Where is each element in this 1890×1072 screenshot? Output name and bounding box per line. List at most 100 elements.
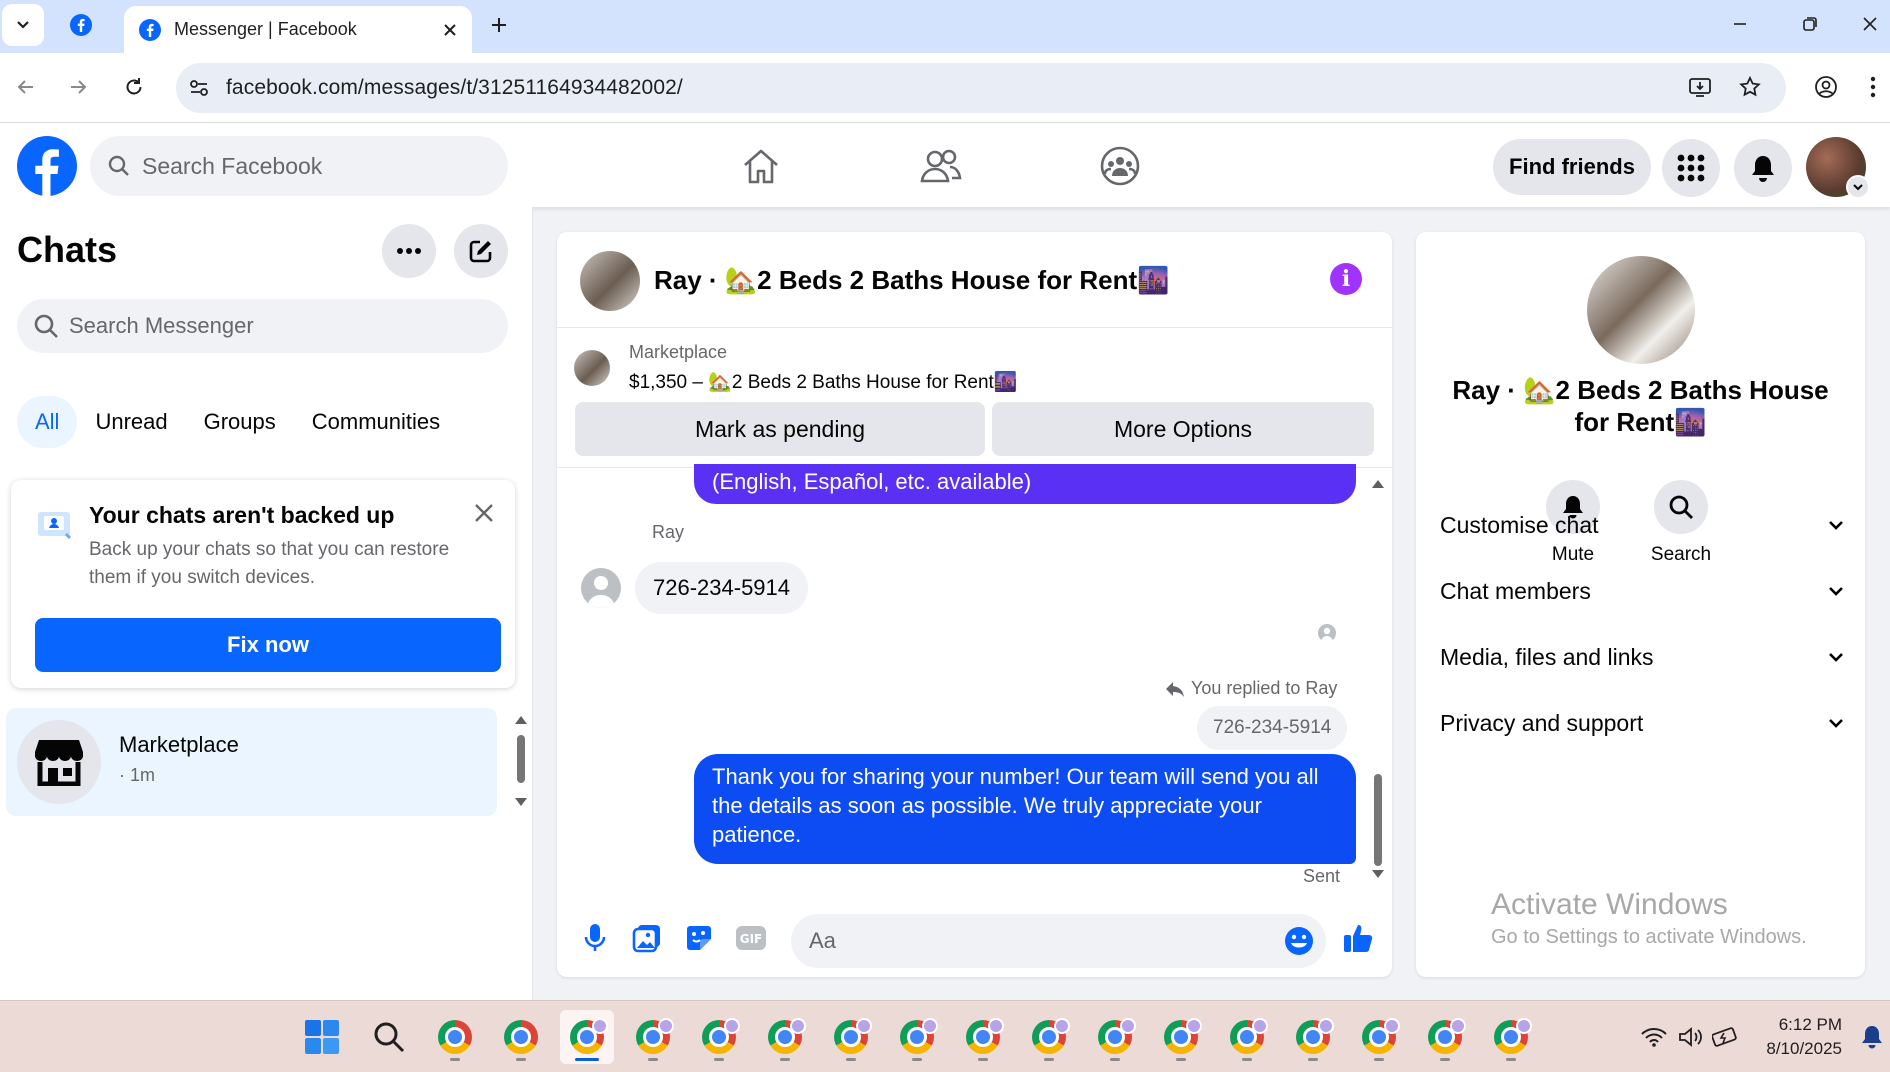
nav-home[interactable] (731, 139, 791, 193)
taskbar-chrome-4[interactable] (626, 1010, 680, 1064)
wifi-icon[interactable] (1640, 1023, 1668, 1051)
chat-list-item[interactable]: Marketplace · 1m (6, 708, 497, 816)
filter-all[interactable]: All (17, 396, 78, 448)
site-settings-icon[interactable] (188, 77, 210, 99)
tab-messenger[interactable]: Messenger | Facebook (124, 6, 472, 53)
sticker-button[interactable] (681, 920, 717, 956)
tab-title: Messenger | Facebook (174, 19, 357, 39)
address-bar[interactable]: facebook.com/messages/t/3125116493448200… (176, 63, 1786, 113)
taskbar-search-button[interactable] (362, 1010, 416, 1064)
outgoing-message[interactable]: Thank you for sharing your number! Our t… (694, 754, 1356, 864)
taskbar-chrome-11[interactable] (1088, 1010, 1142, 1064)
chats-options-button[interactable] (382, 224, 436, 278)
watermark-title: Activate Windows (1491, 888, 1728, 921)
restore-button[interactable] (1780, 6, 1840, 42)
taskbar-chrome-16[interactable] (1418, 1010, 1472, 1064)
taskbar-chrome-3[interactable] (560, 1010, 614, 1064)
notifications-button[interactable] (1734, 139, 1792, 197)
taskbar-chrome-2[interactable] (494, 1010, 548, 1064)
taskbar-chrome-9[interactable] (956, 1010, 1010, 1064)
listing-thumbnail[interactable] (574, 350, 610, 386)
start-button[interactable] (295, 1010, 349, 1064)
voice-clip-button[interactable] (577, 920, 613, 956)
filter-communities[interactable]: Communities (294, 396, 458, 448)
accordion-privacy-support[interactable]: Privacy and support (1440, 698, 1846, 748)
pinned-facebook-tab[interactable] (60, 4, 102, 46)
search-icon (34, 314, 58, 338)
close-window-button[interactable] (1840, 6, 1890, 42)
notification-bell-icon[interactable] (1858, 1023, 1886, 1051)
filter-groups[interactable]: Groups (186, 396, 294, 448)
account-avatar[interactable] (1806, 137, 1870, 199)
messenger-search-input[interactable]: Search Messenger (17, 299, 508, 353)
back-button[interactable] (6, 67, 46, 107)
conversation-avatar[interactable] (580, 251, 640, 311)
conversation-scrollbar[interactable] (1369, 474, 1387, 884)
accordion-chat-members[interactable]: Chat members (1440, 566, 1846, 616)
profile-button[interactable] (1806, 67, 1846, 107)
taskbar-chrome-17[interactable] (1484, 1010, 1538, 1064)
compose-icon (469, 240, 492, 263)
forward-button[interactable] (58, 67, 98, 107)
new-message-button[interactable] (454, 224, 508, 278)
taskbar-chrome-15[interactable] (1352, 1010, 1406, 1064)
info-icon[interactable]: i (1330, 263, 1362, 295)
nav-groups[interactable] (1090, 139, 1150, 193)
mark-as-pending-button[interactable]: Mark as pending (575, 402, 985, 456)
facebook-search-input[interactable]: Search Facebook (90, 136, 508, 196)
quoted-message[interactable]: 726-234-5914 (1197, 706, 1348, 750)
minimize-button[interactable] (1710, 6, 1770, 42)
taskbar-chrome-12[interactable] (1154, 1010, 1208, 1064)
taskbar-chrome-14[interactable] (1286, 1010, 1340, 1064)
chrome-icon (504, 1020, 538, 1054)
taskbar-chrome-10[interactable] (1022, 1010, 1076, 1064)
incoming-message[interactable]: 726-234-5914 (635, 562, 809, 614)
more-vertical-icon (1870, 76, 1876, 98)
taskbar-chrome-5[interactable] (692, 1010, 746, 1064)
chat-details-panel: Ray · 🏡2 Beds 2 Baths House for Rent🌆 Mu… (1416, 232, 1865, 977)
close-icon (1863, 17, 1877, 31)
sidebar-scrollbar[interactable] (512, 710, 530, 812)
taskbar-chrome-6[interactable] (758, 1010, 812, 1064)
reload-button[interactable] (114, 67, 154, 107)
backup-notice-close-button[interactable] (469, 498, 499, 528)
outgoing-message-partial[interactable]: (English, Español, etc. available) (694, 464, 1356, 504)
nav-friends[interactable] (911, 139, 971, 193)
conversation-title[interactable]: Ray · 🏡2 Beds 2 Baths House for Rent🌆 (654, 265, 1170, 296)
tab-search-button[interactable] (2, 4, 44, 46)
like-button[interactable] (1341, 920, 1377, 956)
taskbar-chrome-8[interactable] (890, 1010, 944, 1064)
close-icon[interactable] (442, 22, 458, 38)
taskbar-chrome-13[interactable] (1220, 1010, 1274, 1064)
gif-button[interactable]: GIF (733, 920, 769, 956)
find-friends-button[interactable]: Find friends (1493, 139, 1651, 195)
search-icon (374, 1022, 405, 1053)
volume-icon[interactable] (1677, 1023, 1705, 1051)
bookmark-button[interactable] (1730, 67, 1770, 107)
facebook-icon (17, 136, 77, 196)
sticker-icon (687, 926, 711, 950)
account-menu-chevron[interactable] (1846, 175, 1870, 199)
attach-media-button[interactable] (629, 920, 665, 956)
facebook-logo[interactable] (16, 135, 78, 197)
taskbar-chrome-1[interactable] (428, 1010, 482, 1064)
battery-icon[interactable] (1712, 1023, 1740, 1051)
menu-button[interactable] (1662, 139, 1720, 197)
fix-now-button[interactable]: Fix now (35, 618, 501, 672)
taskbar-clock[interactable]: 6:12 PM 8/10/2025 (1750, 1013, 1842, 1061)
taskbar-chrome-7[interactable] (824, 1010, 878, 1064)
accordion-media-files-links[interactable]: Media, files and links (1440, 632, 1846, 682)
more-options-button[interactable]: More Options (992, 402, 1374, 456)
message-input[interactable]: Aa (791, 914, 1326, 968)
details-avatar[interactable] (1587, 256, 1695, 364)
new-tab-button[interactable] (478, 4, 520, 46)
accordion-customise-chat[interactable]: Customise chat (1440, 500, 1846, 550)
filter-unread[interactable]: Unread (77, 396, 185, 448)
install-app-button[interactable] (1680, 67, 1720, 107)
listing-price-title[interactable]: $1,350 – 🏡2 Beds 2 Baths House for Rent🌆 (629, 370, 1017, 394)
account-icon (1815, 76, 1837, 98)
chats-title: Chats (17, 229, 118, 270)
browser-menu-button[interactable] (1858, 67, 1888, 107)
emoji-icon[interactable] (1284, 926, 1314, 956)
sender-avatar[interactable] (581, 568, 621, 608)
